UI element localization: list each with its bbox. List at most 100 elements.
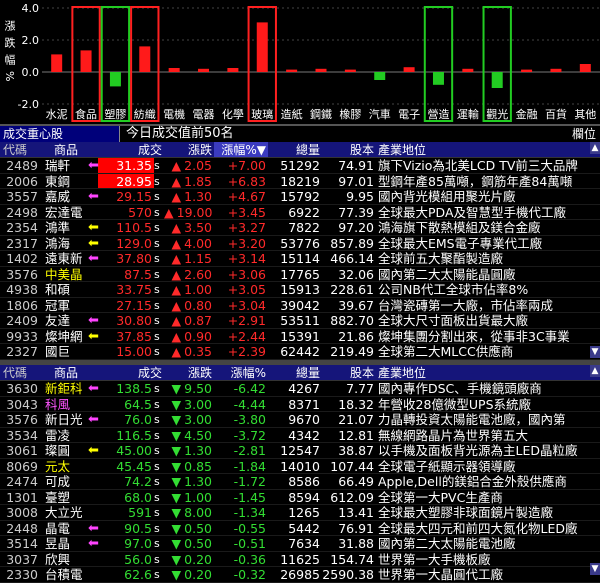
scroll-down-icon[interactable]: ▼	[590, 346, 600, 358]
stock-name: 東鋼	[45, 173, 71, 188]
x-tick-label[interactable]: 電器	[193, 108, 215, 121]
table-row[interactable]: 2330 台積電 62.6 s ▼ 0.20 -0.32 26985 2590.38 世界第一大晶…	[0, 567, 600, 583]
x-tick-label[interactable]: 百貨	[545, 107, 567, 121]
table-row[interactable]: 1301 臺塑 68.0 s ▼ 1.00 -1.45 8594 612.09 全球第一大PVC生…	[0, 489, 600, 505]
bar-11[interactable]	[374, 72, 386, 80]
col-change[interactable]: 漲跌	[164, 142, 214, 157]
bar-10[interactable]	[344, 69, 356, 72]
bar-2[interactable]	[109, 72, 121, 87]
col-pct[interactable]: 漲幅%	[214, 365, 268, 380]
change-cell: ▲ 1.15	[164, 251, 214, 266]
x-tick-label[interactable]: 汽車	[369, 107, 391, 121]
table-row[interactable]: 2409 友達 30.80 s ▲ 0.87 +2.91 53511 882.70 全球大尺寸面板…	[0, 313, 600, 329]
annotation-arrow-icon: ⬅	[88, 158, 99, 173]
col-change[interactable]: 漲跌	[164, 365, 214, 380]
col-code[interactable]: 代碼	[0, 142, 40, 157]
x-tick-label[interactable]: 運輸	[457, 107, 479, 121]
table-row[interactable]: 8069 元太 45.45 s ▼ 0.85 -1.84 14010 107.44 全球電子紙顯示…	[0, 459, 600, 474]
list-selector-tab[interactable]: 成交重心股	[0, 126, 120, 142]
col-name[interactable]: 商品	[40, 365, 98, 380]
x-tick-label[interactable]: 金融	[516, 107, 538, 121]
pct-value: +2.91	[227, 313, 266, 328]
table-row[interactable]: 1806 冠軍 27.15 s ▲ 0.80 +3.04 39042 39.67 台灣瓷磚第一大廠…	[0, 298, 600, 313]
scroll-up-icon[interactable]: ▲	[590, 142, 600, 154]
x-tick-label[interactable]: 食品	[75, 107, 97, 121]
table-row[interactable]: 3037 欣興 56.0 s ▼ 0.20 -0.36 11625 154.74 世界第一大手機板…	[0, 552, 600, 567]
bar-8[interactable]	[286, 69, 298, 72]
table-row[interactable]: 2489 瑞軒 31.35 s ▲ 2.05 +7.00 51292 74.91 旗下Vizio為…	[0, 158, 600, 174]
x-tick-label[interactable]: 水泥	[46, 108, 68, 121]
scroll-down-icon[interactable]: ▼	[590, 563, 600, 575]
col-desc[interactable]: 產業地位	[376, 142, 600, 157]
bar-12[interactable]	[403, 67, 415, 72]
losers-table: 代碼 商品 成交 漲跌 漲幅% 總量 股本 產業地位 3630 新鉅科 138.5 s…	[0, 365, 600, 583]
col-desc[interactable]: 產業地位	[376, 365, 600, 380]
x-tick-label[interactable]: 電子	[398, 108, 420, 121]
bar-4[interactable]	[168, 68, 180, 72]
bar-7[interactable]	[256, 22, 268, 72]
x-tick-label[interactable]: 造紙	[281, 107, 303, 121]
bar-18[interactable]	[579, 64, 591, 72]
y-tick-label: 0.0	[22, 66, 40, 79]
bar-0[interactable]	[51, 54, 63, 72]
table-row[interactable]: 9933 燦坤網 37.85 s ▲ 0.90 +2.44 15391 21.86 燦坤集團分割出…	[0, 328, 600, 344]
table-row[interactable]: 2327 國巨 15.00 s ▲ 0.35 +2.39 62442 219.49 全球第二大ML…	[0, 344, 600, 360]
table-row[interactable]: 3514 昱晶 97.0 s ▼ 0.50 -0.51 7634 31.88 國內第二大太陽能電池…	[0, 536, 600, 552]
bar-16[interactable]	[521, 69, 533, 72]
col-price[interactable]: 成交	[98, 142, 164, 157]
bar-3[interactable]	[139, 46, 151, 72]
bar-14[interactable]	[462, 68, 474, 72]
col-price[interactable]: 成交	[98, 365, 164, 380]
change-cell: ▲ 2.05	[164, 158, 214, 173]
table-row[interactable]: 2006 東鋼 28.95 s ▲ 1.85 +6.83 18219 97.01 型鋼年產85萬噸…	[0, 173, 600, 189]
table-row[interactable]: 2448 晶電 90.5 s ▼ 0.50 -0.55 5442 76.91 全球最大四元和前四大…	[0, 521, 600, 536]
x-tick-label[interactable]: 紡織	[134, 107, 156, 121]
bar-17[interactable]	[550, 68, 562, 72]
industry-desc: 年營收28億微型UPS系統廠	[378, 396, 532, 411]
col-pct-sorted[interactable]: 漲幅%▼	[214, 142, 268, 157]
table-row[interactable]: 2474 可成 74.2 s ▼ 1.30 -1.72 8586 66.49 Apple,Dell…	[0, 474, 600, 490]
table-row[interactable]: 4938 和碩 33.75 s ▲ 1.00 +3.05 15913 228.61 公司NB代工全…	[0, 282, 600, 298]
bar-15[interactable]	[491, 72, 503, 88]
x-tick-label[interactable]: 鋼鐵	[310, 107, 332, 121]
annotation-arrow-icon: ⬅	[88, 412, 99, 427]
bar-5[interactable]	[198, 68, 210, 72]
x-tick-label[interactable]: 橡膠	[339, 108, 361, 121]
x-tick-label[interactable]: 觀光	[486, 107, 508, 121]
col-code[interactable]: 代碼	[0, 365, 40, 380]
table-row[interactable]: 3576 新日光 76.0 s ▼ 3.00 -3.80 9670 21.07 力晶轉投資太陽能電…	[0, 412, 600, 428]
table-row[interactable]: 3630 新鉅科 138.5 s ▼ 9.50 -6.42 4267 7.77 國內專作DSC、手…	[0, 381, 600, 397]
bar-13[interactable]	[432, 72, 444, 85]
table-row[interactable]: 2317 鴻海 129.0 s ▲ 4.00 +3.20 53776 857.89 全球最大EMS…	[0, 236, 600, 251]
columns-button[interactable]: 欄位	[572, 126, 596, 142]
table-row[interactable]: 1402 遠東新 37.80 s ▲ 1.15 +3.14 15114 466.14 全球前五大聚…	[0, 251, 600, 267]
x-tick-label[interactable]: 電機	[163, 107, 185, 121]
highlight-box	[100, 6, 131, 122]
table-row[interactable]: 3534 雷凌 116.5 s ▼ 4.50 -3.72 4342 12.81 無線網路晶片為世界…	[0, 428, 600, 443]
scroll-up-icon[interactable]: ▲	[590, 365, 600, 377]
stock-price: 37.85	[116, 328, 152, 343]
table-row[interactable]: 2354 鴻準 110.5 s ▲ 3.50 +3.27 7822 97.20 鴻海旗下散熱模組及…	[0, 220, 600, 236]
col-capital[interactable]: 股本	[322, 142, 376, 157]
x-tick-label[interactable]: 塑膠	[104, 107, 126, 121]
stock-price: 138.5	[116, 381, 152, 396]
x-tick-label[interactable]: 化學	[222, 107, 244, 121]
table-row[interactable]: 3061 璨圓 45.00 s ▼ 1.30 -2.81 12547 38.87 以手機及面板背光…	[0, 443, 600, 459]
bar-1[interactable]	[80, 50, 92, 72]
x-tick-label[interactable]: 玻璃	[251, 107, 273, 121]
table-row[interactable]: 2498 宏達電 570 s ▲ 19.00 +3.45 6922 77.39 全球最大PDA及智…	[0, 205, 600, 220]
x-tick-label[interactable]: 營造	[427, 107, 449, 121]
table-row[interactable]: 3557 嘉威 29.15 s ▲ 1.30 +4.67 15792 9.95 國內背光模組用聚光…	[0, 189, 600, 205]
col-volume[interactable]: 總量	[268, 365, 322, 380]
col-name[interactable]: 商品	[40, 142, 98, 157]
col-volume[interactable]: 總量	[268, 142, 322, 157]
bar-9[interactable]	[315, 68, 327, 72]
table-row[interactable]: 3043 科風 64.5 s ▼ 3.00 -4.44 8371 18.32 年營收28億微型UP…	[0, 396, 600, 412]
bar-6[interactable]	[227, 68, 239, 72]
table-row[interactable]: 3008 大立光 591 s ▼ 8.00 -1.34 1265 13.41 全球最大塑膠非球面鏡…	[0, 505, 600, 521]
table-row[interactable]: 3576 中美晶 87.5 s ▲ 2.60 +3.06 17765 32.06 國內第二大太陽能…	[0, 267, 600, 282]
x-tick-label[interactable]: 其他	[574, 108, 596, 121]
col-capital[interactable]: 股本	[322, 365, 376, 380]
up-triangle-icon: ▲	[171, 313, 182, 328]
capital-value: 612.09	[330, 489, 374, 504]
